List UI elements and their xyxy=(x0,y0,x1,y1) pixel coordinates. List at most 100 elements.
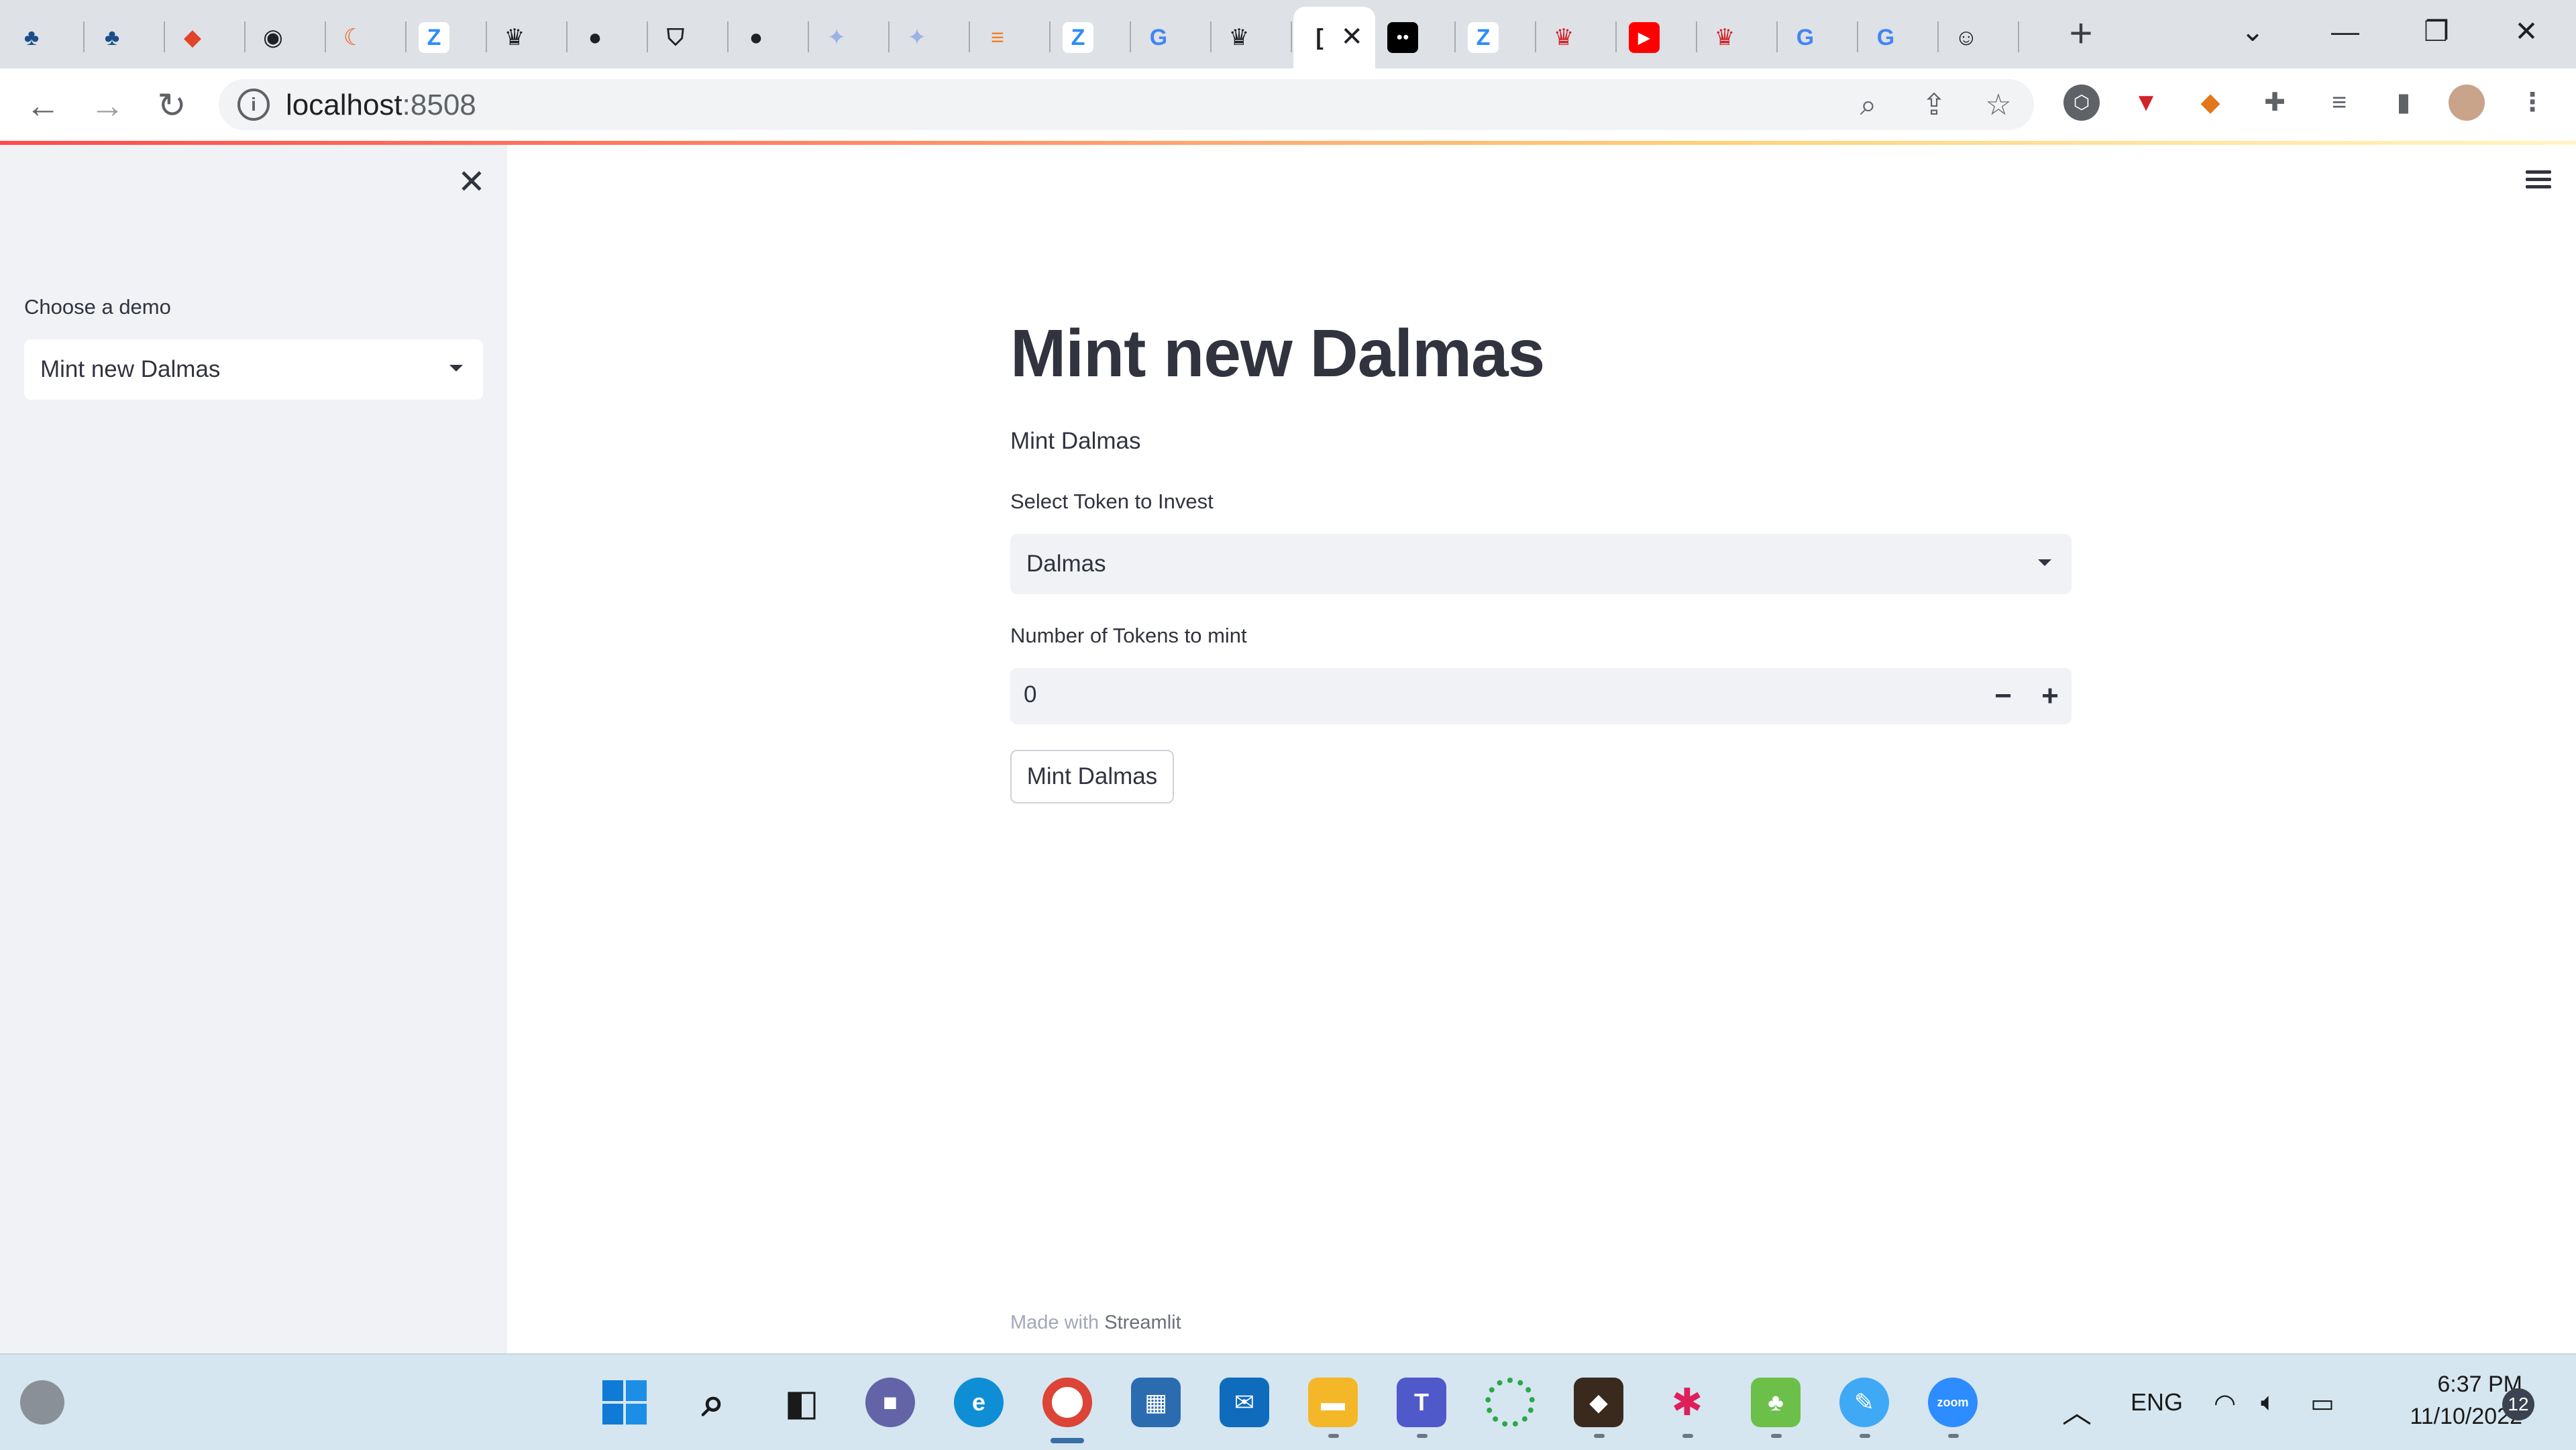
forward-icon[interactable]: → xyxy=(86,85,129,127)
extension-hexagon-icon[interactable]: ⬡ xyxy=(2063,85,2100,121)
media-playlist-icon[interactable]: ≡ xyxy=(2321,85,2357,121)
bulb-icon: ✦ xyxy=(907,25,927,50)
token-select[interactable]: Dalmas xyxy=(1010,534,2072,594)
search-icon[interactable]: ⌕ xyxy=(688,1378,738,1427)
bulb-icon: ✦ xyxy=(826,25,847,50)
close-sidebar-icon[interactable]: ✕ xyxy=(458,162,486,201)
store-icon[interactable]: ▦ xyxy=(1131,1378,1181,1427)
demo-select[interactable]: Mint new Dalmas xyxy=(24,339,483,400)
profile-avatar[interactable] xyxy=(2449,85,2485,121)
browser-tab[interactable]: Z xyxy=(1052,7,1131,68)
zoom-app-icon[interactable]: zoom xyxy=(1928,1378,1978,1427)
browser-tab[interactable]: ♣ xyxy=(86,7,165,68)
reload-icon[interactable]: ↻ xyxy=(150,85,193,127)
browser-tab[interactable]: ≡ xyxy=(971,7,1051,68)
streamlit-link[interactable]: Streamlit xyxy=(1104,1312,1181,1333)
tab-separator xyxy=(1696,21,1697,52)
zoom-icon[interactable]: ⌕ xyxy=(1853,90,1884,121)
minimize-button[interactable]: — xyxy=(2318,8,2372,55)
extension-shield-icon[interactable]: ▼ xyxy=(2128,85,2164,121)
url-text: localhost:8508 xyxy=(286,89,476,121)
chrome-active-indicator xyxy=(1051,1438,1084,1443)
language-indicator[interactable]: ENG xyxy=(2131,1388,2183,1416)
volume-icon[interactable]: 🔈︎ xyxy=(2261,1388,2276,1417)
increment-button[interactable]: + xyxy=(2030,675,2070,718)
slack-icon[interactable]: ✱ xyxy=(1662,1378,1712,1427)
browser-tab[interactable]: G xyxy=(1860,7,1939,68)
clock-time: 6:37 PM xyxy=(2437,1372,2522,1397)
bookmark-star-icon[interactable]: ☆ xyxy=(1983,90,2014,121)
start-windows-icon[interactable] xyxy=(600,1378,649,1427)
decrement-button[interactable]: − xyxy=(1983,675,2023,718)
browser-tab[interactable]: [✕ xyxy=(1293,7,1375,68)
browser-tab[interactable]: ♣ xyxy=(5,7,85,68)
chrome-icon[interactable] xyxy=(1042,1378,1092,1427)
browser-tab[interactable]: G xyxy=(1132,7,1212,68)
chevron-down-icon xyxy=(2038,559,2051,566)
address-bar[interactable]: i localhost:8508 ⌕ ⇪ ☆ xyxy=(219,79,2034,130)
back-icon[interactable]: ← xyxy=(21,85,64,127)
tree-app-icon[interactable]: ♣ xyxy=(1751,1378,1801,1427)
box-app-icon[interactable]: ◆ xyxy=(1574,1378,1623,1427)
wifi-icon[interactable]: ◠ xyxy=(2214,1388,2236,1418)
browser-tab[interactable]: ● xyxy=(730,7,809,68)
new-tab-button[interactable]: + xyxy=(2061,12,2101,55)
extensions-puzzle-icon[interactable]: ✚ xyxy=(2257,85,2293,121)
browser-tab[interactable]: ◆ xyxy=(166,7,246,68)
browser-tab[interactable]: ♛ xyxy=(1213,7,1292,68)
share-icon[interactable]: ⇪ xyxy=(1919,90,1949,121)
token-count-input[interactable]: 0 xyxy=(1024,681,1036,708)
browser-tab[interactable]: ● xyxy=(569,7,648,68)
file-explorer-icon[interactable]: ▬ xyxy=(1308,1378,1358,1427)
app-running-indicator xyxy=(1328,1434,1339,1438)
browser-tab[interactable]: ⛉ xyxy=(649,7,729,68)
footer-text: Made with xyxy=(1010,1312,1105,1333)
tab-separator xyxy=(1937,21,1939,52)
browser-tab[interactable]: ▶ xyxy=(1618,7,1697,68)
teams-icon[interactable]: T xyxy=(1397,1378,1446,1427)
task-view-icon[interactable]: ◧ xyxy=(777,1378,826,1427)
token-count-stepper[interactable]: 0 − + xyxy=(1010,668,2072,724)
tab-separator xyxy=(244,21,246,52)
browser-tab[interactable]: ◉ xyxy=(247,7,326,68)
tree-icon: ♣ xyxy=(104,24,120,50)
tab-separator xyxy=(1291,21,1292,52)
tab-separator xyxy=(1130,21,1131,52)
weather-widget-icon[interactable] xyxy=(20,1380,64,1425)
notification-badge[interactable]: 12 xyxy=(2502,1388,2534,1420)
tab-separator xyxy=(1049,21,1051,52)
site-info-icon[interactable]: i xyxy=(237,89,270,121)
edge-icon[interactable]: e xyxy=(954,1378,1004,1427)
browser-tab[interactable]: ☾ xyxy=(327,7,407,68)
chevron-up-icon[interactable]: ︿ xyxy=(2062,1388,2092,1431)
browser-tab[interactable]: ✦ xyxy=(810,7,890,68)
mail-icon[interactable]: ✉ xyxy=(1220,1378,1269,1427)
close-window-button[interactable]: ✕ xyxy=(2500,8,2553,55)
metamask-fox-icon[interactable]: ◆ xyxy=(2192,85,2229,121)
browser-tab[interactable]: Z xyxy=(1457,7,1536,68)
browser-tab[interactable]: ●● xyxy=(1377,7,1456,68)
tab-separator xyxy=(2018,21,2019,52)
browser-tab[interactable]: Z xyxy=(408,7,487,68)
mint-dalmas-button[interactable]: Mint Dalmas xyxy=(1010,750,1174,803)
chat-icon[interactable]: ■ xyxy=(865,1378,915,1427)
restore-button[interactable]: ❐ xyxy=(2410,8,2463,55)
browser-tab[interactable]: ♛ xyxy=(1699,7,1778,68)
footer: Made with Streamlit xyxy=(1010,1312,1181,1334)
browser-tab[interactable]: G xyxy=(1779,7,1858,68)
close-tab-icon[interactable]: ✕ xyxy=(1340,21,1363,52)
browser-tab[interactable]: ☺ xyxy=(1940,7,2019,68)
hamburger-menu-icon[interactable] xyxy=(2526,170,2551,189)
browser-menu-icon[interactable]: ⋮ xyxy=(2514,85,2551,121)
paint-icon[interactable]: ✎ xyxy=(1839,1378,1889,1427)
browser-tab[interactable]: ✦ xyxy=(891,7,970,68)
clock[interactable]: 6:37 PM 11/10/2022 xyxy=(2368,1368,2522,1433)
browser-tab[interactable]: ♛ xyxy=(488,7,568,68)
side-panel-icon[interactable]: ▮ xyxy=(2385,85,2422,121)
chevron-down-icon xyxy=(449,365,463,372)
loader-app-icon[interactable] xyxy=(1485,1378,1535,1427)
battery-icon[interactable]: ▭ xyxy=(2310,1388,2334,1418)
tab-search-chevron-icon[interactable]: ⌄ xyxy=(2226,8,2279,55)
browser-tab[interactable]: ♛ xyxy=(1538,7,1617,68)
app-running-indicator xyxy=(1594,1434,1605,1438)
